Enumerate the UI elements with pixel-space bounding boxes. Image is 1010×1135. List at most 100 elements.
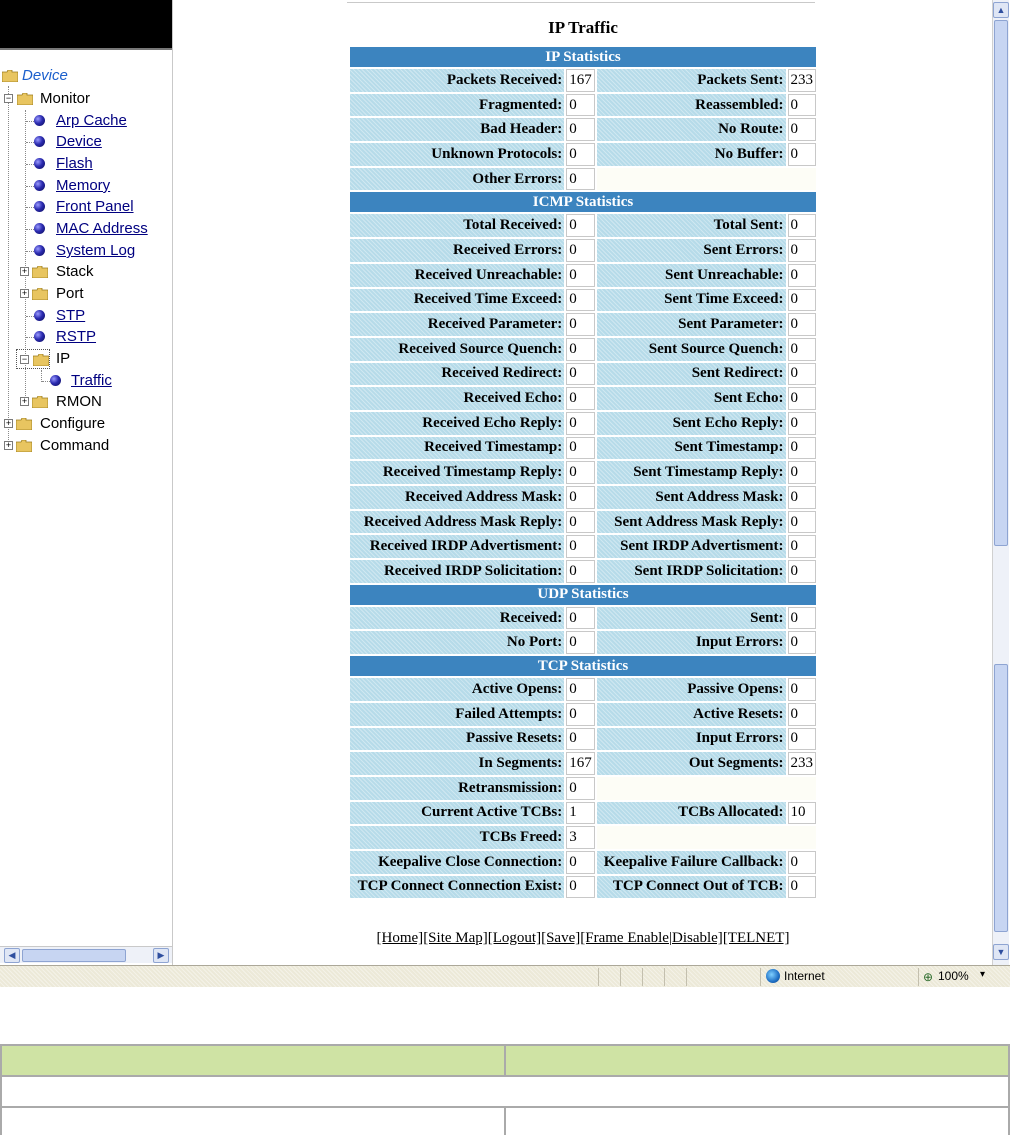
tree-link[interactable]: STP [56,306,85,326]
tree-item-flash[interactable]: Flash [26,154,172,174]
stat-row: Received IRDP Solicitation: 0 Sent IRDP So… [350,560,816,583]
stat-value: 167 [566,752,595,775]
tree-line [26,142,34,143]
scrollbar-thumb[interactable] [22,949,126,962]
stat-label: Failed Attempts: [350,702,565,726]
horizontal-scrollbar[interactable]: ◀ ▶ [0,946,172,963]
plus-icon[interactable]: + [4,441,13,450]
tree-link[interactable]: Arp Cache [56,111,127,131]
tree-item-memory[interactable]: Memory [26,176,172,196]
minus-icon[interactable]: − [20,355,29,364]
stat-label: Received Errors: [350,239,565,262]
stat-label: Received Address Mask Reply: [350,510,565,534]
tree-label: IP [56,350,71,367]
tree-link[interactable]: Flash [56,154,93,174]
tree-item-front-panel[interactable]: Front Panel [26,197,172,217]
tree-item-command[interactable]: + Command [4,436,172,456]
divider [664,968,665,986]
stat-row: Received Unreachable: 0 Sent Unreachable: 0 [350,263,816,287]
stat-value: 0 [787,263,816,287]
home-link[interactable]: [Home] [377,930,424,946]
tree-link[interactable]: Front Panel [56,197,134,217]
tree-item-rmon[interactable]: + RMON [20,392,172,412]
save-link[interactable]: [Save] [541,930,580,946]
stat-value: 0 [787,727,816,751]
tree-item-arp-cache[interactable]: Arp Cache [26,111,172,131]
folder-icon [33,354,49,366]
logout-link[interactable]: [Logout] [488,930,541,946]
tree-item-mac-address[interactable]: MAC Address [26,219,172,239]
folder-icon [32,288,48,300]
plus-icon[interactable]: + [20,267,29,276]
scroll-right-icon[interactable]: ▶ [153,948,169,963]
frame-disable-link[interactable]: Disable] [672,930,723,946]
stat-label: TCBs Allocated: [596,801,786,825]
plus-icon[interactable]: + [4,419,13,428]
tree-item-port[interactable]: + Port [20,284,172,304]
chevron-down-icon[interactable]: ▾ [980,969,985,980]
scroll-down-icon[interactable]: ▼ [993,944,1009,960]
stat-value: 0 [787,702,816,726]
stat-row: Failed Attempts: 0 Active Resets: 0 [350,702,816,726]
divider [918,968,919,986]
stat-row: Received Echo Reply: 0 Sent Echo Reply: 0 [350,411,816,435]
scrollbar-thumb[interactable] [994,20,1008,546]
site-map-link[interactable]: [Site Map] [423,930,488,946]
tree-link[interactable]: Memory [56,176,110,196]
tree-item-stp[interactable]: STP [26,306,172,326]
scroll-up-icon[interactable]: ▲ [993,2,1009,18]
stat-value: 0 [787,118,816,142]
zoom-icon[interactable]: ⊕ [923,970,933,984]
telnet-link[interactable]: [TELNET] [723,930,790,946]
scrollbar-thumb[interactable] [994,664,1008,932]
stat-label: Sent Address Mask: [596,486,786,509]
section-header: ICMP Statistics [350,192,816,213]
stat-value: 0 [787,362,816,386]
tree-item-configure[interactable]: + Configure [4,414,172,434]
stat-row: Retransmission: 0 [350,776,816,800]
tree-item-system-log[interactable]: System Log [26,241,172,261]
divider [686,968,687,986]
tree-link[interactable]: MAC Address [56,219,148,239]
plus-icon[interactable]: + [20,397,29,406]
vertical-scrollbar[interactable]: ▲ ▼ [992,0,1009,965]
stat-row: Packets Received: 167 Packets Sent: 233 [350,69,816,92]
stat-label: Packets Sent: [596,69,786,92]
table-row [0,1075,1010,1108]
tree-label: Configure [40,415,106,432]
stat-value: 0 [566,776,595,800]
tree-item-ip-label[interactable]: IP [56,349,116,369]
tree-line [26,186,34,187]
bullet-icon [34,136,45,147]
tree-item-ip[interactable]: − [16,349,50,369]
stat-row: Received Source Quench: 0 Sent Source Quen… [350,337,816,361]
tree-link[interactable]: RSTP [56,327,96,347]
tree-item-rstp[interactable]: RSTP [26,327,172,347]
globe-icon [766,969,780,983]
stat-value: 0 [787,387,816,410]
stat-label: Received Timestamp Reply: [350,461,565,484]
minus-icon[interactable]: − [4,94,13,103]
stat-label: Sent Source Quench: [596,337,786,361]
stat-label: Active Resets: [596,702,786,726]
tree-link[interactable]: Device [56,132,102,152]
stat-label: Received Time Exceed: [350,288,565,312]
stat-value: 0 [787,337,816,361]
bullet-icon [34,331,45,342]
scroll-left-icon[interactable]: ◀ [4,948,20,963]
stat-label: Passive Resets: [350,727,565,751]
stat-value: 3 [566,826,595,849]
stat-value: 1 [566,801,595,825]
stat-row: Received Address Mask Reply: 0 Sent Addres… [350,510,816,534]
tree-link[interactable]: System Log [56,241,135,261]
tree-item-monitor[interactable]: − Monitor [4,89,172,109]
frame-enable-link[interactable]: [Frame Enable [580,930,669,946]
tree-item-device-root[interactable]: Device [2,66,172,86]
tree-item-device[interactable]: Device [26,132,172,152]
tree-item-stack[interactable]: + Stack [20,262,172,282]
zoom-level[interactable]: 100% [938,969,969,983]
stat-label: Received Timestamp: [350,436,565,460]
tree-link[interactable]: Traffic [71,371,112,391]
tree-item-traffic[interactable]: Traffic [42,371,172,391]
plus-icon[interactable]: + [20,289,29,298]
